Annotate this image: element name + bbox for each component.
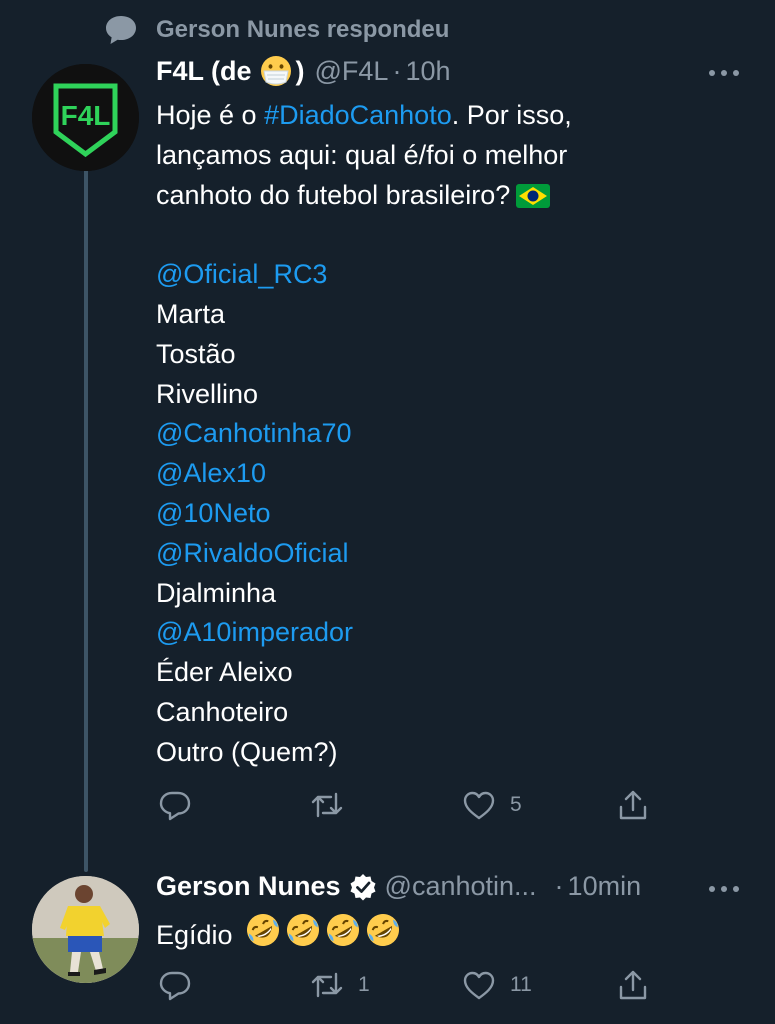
social-context[interactable]: Gerson Nunes respondeu [104, 12, 449, 48]
line-text: . Por isso, [451, 100, 572, 130]
display-name[interactable]: Gerson Nunes [156, 871, 341, 902]
mention-link[interactable]: @Alex10 [156, 458, 266, 488]
tweet-line: @A10imperador [156, 613, 572, 653]
like-button[interactable]: 11 [462, 965, 532, 1005]
tweet-text: Hoje é o #DiadoCanhoto. Por isso, lançamo… [156, 96, 572, 773]
reply-icon [159, 791, 191, 821]
tweet-header: F4L (de ) @F4L · 10h [156, 55, 451, 87]
social-context-text: Gerson Nunes respondeu [156, 16, 450, 43]
retweet-count: 1 [358, 973, 370, 996]
mention-link[interactable]: @RivaldoOficial [156, 538, 348, 568]
retweet-button[interactable] [310, 785, 358, 825]
rolling-on-floor-laughing-emoji [365, 912, 401, 960]
reply-button[interactable] [158, 965, 206, 1005]
verified-badge-icon [350, 873, 376, 900]
line-text: Hoje é o [156, 100, 265, 130]
reply-text: Egídio [156, 920, 233, 950]
tweet-text: Egídio [156, 912, 401, 960]
rolling-on-floor-laughing-emoji [245, 912, 281, 960]
tweet-line: Marta [156, 295, 572, 335]
line-text: lançamos aqui: qual é/foi o melhor [156, 139, 568, 170]
retweet-icon [311, 792, 343, 818]
tweet-line: Djalminha [156, 574, 572, 614]
like-button[interactable]: 5 [462, 785, 522, 825]
tweet-line: @RivaldoOficial [156, 534, 572, 574]
like-count: 11 [510, 973, 532, 996]
tweet-line: lançamos aqui: qual é/foi o melhor [156, 136, 572, 176]
f4l-logo: F4L [32, 64, 139, 171]
reply-icon [159, 971, 191, 1001]
retweet-button[interactable]: 1 [310, 965, 370, 1005]
tweet-line: Hoje é o #DiadoCanhoto. Por isso, [156, 96, 572, 136]
heart-icon [463, 791, 495, 820]
f4l-logo-text: F4L [61, 100, 111, 131]
tweet-line: Canhoteiro [156, 693, 572, 733]
tweet-line: Rivellino [156, 375, 572, 415]
line-text: canhoto do futebol brasileiro? [156, 179, 511, 210]
heart-icon [463, 971, 495, 1000]
like-count: 5 [510, 793, 522, 816]
rolling-on-floor-laughing-emoji [285, 912, 321, 960]
more-options-icon[interactable] [707, 68, 741, 78]
rolling-on-floor-laughing-emoji [325, 912, 361, 960]
handle[interactable]: @canhotin... [385, 871, 537, 902]
mention-link[interactable]: @Canhotinha70 [156, 418, 352, 448]
hashtag-link[interactable]: #DiadoCanhoto [264, 100, 452, 130]
display-name-suffix: ) [295, 55, 305, 86]
tweet-line: @Oficial_RC3 [156, 255, 572, 295]
tweet-line: Outro (Quem?) [156, 733, 572, 773]
share-button[interactable] [616, 785, 664, 825]
share-button[interactable] [616, 965, 664, 1005]
mention-link[interactable]: @10Neto [156, 498, 270, 528]
timestamp[interactable]: 10min [568, 871, 642, 902]
tweet-line: @Alex10 [156, 454, 572, 494]
line-text: Canhoteiro [156, 696, 289, 727]
brazil-flag-emoji [510, 180, 551, 210]
tweet-line: Tostão [156, 335, 572, 375]
tweet-line: Éder Aleixo [156, 653, 572, 693]
mention-link[interactable]: @Oficial_RC3 [156, 259, 327, 289]
tweet-header: Gerson Nunes @canhotin... · 10min [156, 871, 641, 902]
retweet-icon [311, 972, 343, 998]
tweet-actions: 5 [156, 785, 656, 825]
thread-connector [84, 168, 88, 872]
line-text: Rivellino [156, 378, 259, 409]
separator-dot: · [554, 871, 564, 901]
line-text: Éder Aleixo [156, 657, 293, 688]
timestamp[interactable]: 10h [405, 56, 450, 87]
mention-link[interactable]: @A10imperador [156, 617, 353, 647]
reply-button[interactable] [158, 785, 206, 825]
tweet-line: @Canhotinha70 [156, 414, 572, 454]
reply-bubble-icon [106, 16, 136, 44]
more-options-icon[interactable] [707, 884, 741, 894]
line-text: Marta [156, 298, 226, 329]
avatar[interactable]: F4L [32, 64, 139, 171]
mask-face-emoji [260, 56, 291, 86]
player-photo [32, 876, 139, 983]
line-text: Outro (Quem?) [156, 736, 338, 767]
handle[interactable]: @F4L [315, 56, 389, 87]
share-icon [619, 790, 647, 820]
separator-dot: · [392, 55, 402, 86]
tweet-line [156, 215, 572, 255]
tweet-line: canhoto do futebol brasileiro? [156, 176, 572, 216]
tweet-actions: 1 11 [156, 965, 656, 1005]
share-icon [619, 970, 647, 1000]
line-text: Tostão [156, 338, 236, 369]
display-name[interactable]: F4L (de [156, 56, 252, 87]
tweet-line: @10Neto [156, 494, 572, 534]
line-text: Djalminha [156, 577, 277, 608]
emoji-group [245, 912, 401, 960]
avatar[interactable] [32, 876, 139, 983]
